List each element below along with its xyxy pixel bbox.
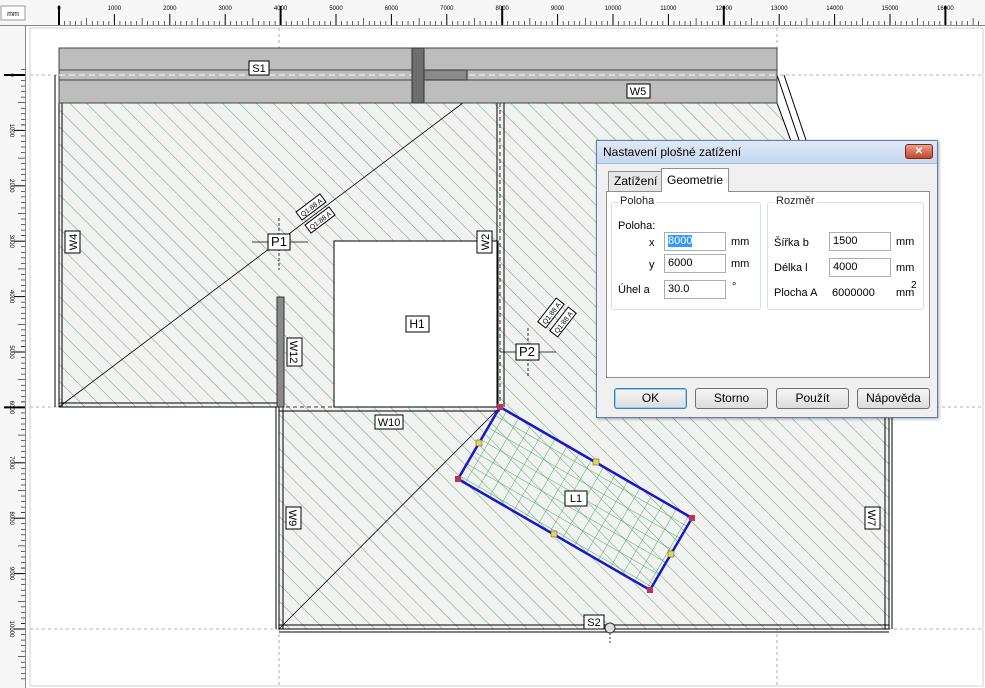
svg-text:W9: W9: [286, 510, 298, 527]
column-top[interactable]: [411, 47, 425, 104]
svg-text:H1: H1: [409, 317, 425, 331]
ruler-y-label: 8000: [8, 512, 14, 526]
svg-text:L1: L1: [570, 493, 582, 505]
apply-button[interactable]: Použít: [776, 388, 849, 409]
ruler-x-label: 16000: [937, 6, 954, 12]
x-label: x: [649, 237, 655, 249]
svg-text:P2: P2: [519, 344, 535, 359]
label-w4[interactable]: W4: [64, 230, 81, 254]
ruler-x-label: 13000: [771, 6, 788, 12]
ruler-y-label: 10000: [8, 621, 14, 638]
svg-text:W7: W7: [865, 510, 877, 527]
ruler-x-label: 10000: [605, 6, 622, 12]
svg-text:P1: P1: [271, 234, 287, 249]
beam-stub: [423, 69, 468, 81]
length-unit: mm: [896, 262, 915, 274]
ruler-x-label: 7000: [440, 6, 454, 12]
group-position-legend: Poloha: [618, 195, 657, 207]
svg-text:W2: W2: [480, 234, 492, 251]
dialog-titlebar[interactable]: Nastavení plošné zatížení ✕: [597, 141, 937, 164]
group-size-legend: Rozměr: [774, 195, 817, 207]
length-input[interactable]: 4000: [829, 258, 891, 277]
ruler-y-label: 5000: [8, 345, 14, 359]
angle-label: Úhel a: [618, 284, 650, 296]
x-input[interactable]: 8000: [664, 232, 726, 251]
area-value: 6000000: [832, 287, 875, 299]
ruler-x-label: 6000: [385, 6, 399, 12]
svg-text:W4: W4: [68, 234, 80, 251]
width-label: Šířka b: [774, 237, 809, 249]
position-caption: Poloha:: [618, 220, 656, 232]
ruler-x-label: 12000: [715, 6, 732, 12]
label-s2[interactable]: S2: [583, 614, 605, 630]
y-label: y: [649, 259, 655, 271]
help-button[interactable]: Nápověda: [857, 388, 930, 409]
label-w5[interactable]: W5: [626, 83, 651, 99]
angle-input[interactable]: 30.0: [664, 280, 726, 299]
label-h1[interactable]: H1: [405, 315, 430, 333]
tab-geometrie[interactable]: Geometrie: [661, 168, 730, 192]
svg-text:W12: W12: [287, 341, 299, 364]
ruler-y-label: 7000: [8, 456, 14, 470]
label-w9[interactable]: W9: [285, 506, 302, 530]
cancel-button[interactable]: Storno: [695, 388, 768, 409]
ruler-x-label: 14000: [826, 6, 843, 12]
ruler-x-label: 4000: [274, 6, 288, 12]
angle-unit: °: [732, 281, 737, 293]
label-s1[interactable]: S1: [248, 60, 270, 76]
label-w7[interactable]: W7: [864, 506, 881, 530]
ruler-y-label: 3000: [8, 235, 14, 249]
x-unit: mm: [731, 236, 750, 248]
group-size: Rozměr Šířka b 1500 mm Délka l 4000 mm P…: [767, 195, 924, 310]
width-unit: mm: [896, 236, 915, 248]
svg-text:S1: S1: [252, 63, 265, 75]
label-p1[interactable]: P1: [267, 233, 291, 251]
label-w10[interactable]: W10: [374, 414, 404, 430]
support-s2-symbol[interactable]: [604, 622, 616, 634]
width-input[interactable]: 1500: [829, 232, 891, 251]
dialog-title: Nastavení plošné zatížení: [603, 145, 742, 159]
column-w12[interactable]: [276, 296, 285, 408]
tab-zatizeni[interactable]: Zatížení: [608, 171, 664, 191]
ruler-x-label: 8000: [496, 6, 510, 12]
ruler-y-label: 1000: [8, 124, 14, 138]
area-exponent: 2: [911, 280, 917, 291]
label-w2[interactable]: W2: [476, 230, 493, 254]
label-p2[interactable]: P2: [515, 343, 540, 361]
ok-button[interactable]: OK: [614, 388, 687, 409]
length-label: Délka l: [774, 262, 808, 274]
svg-text:W10: W10: [378, 417, 401, 429]
close-button[interactable]: ✕: [905, 144, 933, 159]
ruler-y-label: 6000: [8, 401, 14, 415]
group-position: Poloha Poloha: x 8000 mm y 6000 mm Úhel …: [611, 195, 761, 310]
label-w12[interactable]: W12: [286, 337, 303, 367]
ruler-x-label: 11000: [660, 6, 677, 12]
ruler-y-label: 2000: [8, 179, 14, 193]
svg-text:S2: S2: [587, 617, 600, 629]
svg-text:W5: W5: [630, 86, 647, 98]
ruler-x-label: 3000: [219, 6, 233, 12]
area-label: Plocha A: [774, 287, 818, 299]
load-settings-dialog: Nastavení plošné zatížení ✕ Zatížení Geo…: [596, 140, 938, 418]
y-unit: mm: [731, 258, 750, 270]
ruler-y-label: 9000: [8, 567, 14, 581]
ruler-x-label: 15000: [882, 6, 899, 12]
ruler-x-label: 5000: [329, 6, 343, 12]
ruler-x-label: 1000: [108, 6, 122, 12]
tab-panel-geometrie: Poloha Poloha: x 8000 mm y 6000 mm Úhel …: [606, 191, 930, 378]
ruler-x-label: 9000: [551, 6, 565, 12]
y-input[interactable]: 6000: [664, 254, 726, 273]
ruler-x-label: 2000: [163, 6, 177, 12]
label-l1[interactable]: L1: [564, 490, 588, 507]
ruler-unit: mm: [7, 11, 19, 18]
ruler-y-label: 4000: [8, 290, 14, 304]
